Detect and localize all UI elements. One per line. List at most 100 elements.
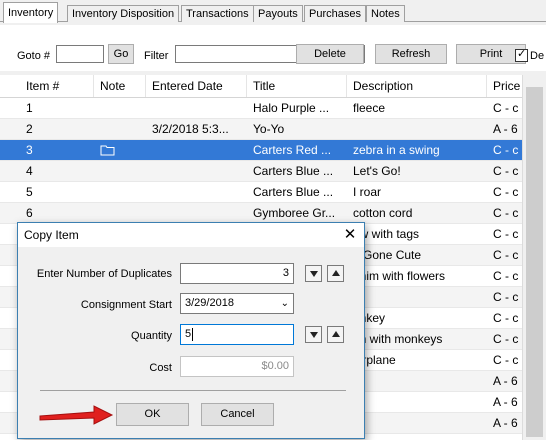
table-row[interactable]: 4 Carters Blue ... Let's Go! C - c xyxy=(0,161,522,182)
cell-desc: onkey xyxy=(353,311,386,325)
tab-inventory-disposition[interactable]: Inventory Disposition xyxy=(67,5,180,22)
tab-payouts[interactable]: Payouts xyxy=(253,5,303,22)
dialog-title: Copy Item xyxy=(24,228,79,242)
cell-note xyxy=(94,203,146,223)
cell-price: C - c xyxy=(493,248,519,262)
cell-item: 1 xyxy=(26,101,33,115)
cell-price: A - 6 xyxy=(493,122,518,136)
column-entered-date[interactable]: Entered Date xyxy=(146,75,247,97)
cost-input[interactable]: $0.00 xyxy=(180,356,294,377)
dialog-titlebar: Copy Item ✕ xyxy=(18,223,364,247)
chevron-down-icon xyxy=(310,332,318,338)
cell-price: C - c xyxy=(493,101,519,115)
cell-price: C - c xyxy=(493,227,519,241)
cell-price: C - c xyxy=(493,164,519,178)
cost-label: Cost xyxy=(149,362,172,374)
column-title[interactable]: Title xyxy=(247,75,347,97)
chevron-down-icon: ⌄ xyxy=(280,298,289,309)
grid-scrollbar-thumb[interactable] xyxy=(526,87,543,437)
chevron-up-icon xyxy=(332,270,340,276)
cell-desc xyxy=(347,413,487,433)
cancel-button[interactable]: Cancel xyxy=(201,403,274,426)
quantity-value: 5 xyxy=(185,328,192,340)
cell-title: Yo-Yo xyxy=(253,122,285,136)
cell-desc xyxy=(347,119,487,139)
filter-label: Filter xyxy=(144,50,169,62)
cell-price: C - c xyxy=(493,332,519,346)
duplicates-decrement-button[interactable] xyxy=(305,265,322,282)
tab-notes[interactable]: Notes xyxy=(366,5,405,22)
cell-item: 5 xyxy=(26,185,33,199)
cell-desc: airplane xyxy=(353,353,396,367)
tab-strip: Inventory Inventory Disposition Transact… xyxy=(0,0,546,25)
column-note[interactable]: Note xyxy=(94,75,146,97)
cell-date xyxy=(146,140,247,160)
checkbox-label: De xyxy=(530,50,545,62)
consignment-start-value: 3/29/2018 xyxy=(185,297,234,309)
column-description[interactable]: Description xyxy=(347,75,487,97)
cell-price: C - c xyxy=(493,311,519,325)
cell-date xyxy=(146,203,247,223)
cell-desc xyxy=(347,392,487,412)
copy-item-dialog: Copy Item ✕ Enter Number of Duplicates 3… xyxy=(17,222,365,439)
quantity-label: Quantity xyxy=(131,330,172,342)
cell-title: Carters Blue ... xyxy=(253,164,334,178)
cell-price: C - c xyxy=(493,185,519,199)
cell-note xyxy=(94,119,146,139)
refresh-button[interactable]: Refresh xyxy=(375,44,447,64)
cell-item: 2 xyxy=(26,122,33,136)
delete-button[interactable]: Delete xyxy=(296,44,364,64)
quantity-input[interactable]: 5 xyxy=(180,324,294,345)
grid-scrollbar[interactable] xyxy=(522,75,546,440)
duplicates-label: Enter Number of Duplicates xyxy=(36,268,172,280)
checkbox[interactable] xyxy=(515,47,528,62)
cell-desc: ew with tags xyxy=(353,227,420,241)
table-row[interactable]: 3 Carters Red ... zebra in a swing C - c xyxy=(0,140,522,161)
cell-note xyxy=(94,161,146,181)
cell-price: C - c xyxy=(493,206,519,220)
quantity-increment-button[interactable] xyxy=(327,326,344,343)
table-row[interactable]: 6 Gymboree Gr... cotton cord C - c xyxy=(0,203,522,224)
cell-price: A - 6 xyxy=(493,395,518,409)
cell-date: 3/2/2018 5:3... xyxy=(152,122,229,136)
cell-title: Carters Red ... xyxy=(253,143,332,157)
cell-desc: en with monkeys xyxy=(353,332,443,346)
cell-item: 6 xyxy=(26,206,33,220)
quantity-decrement-button[interactable] xyxy=(305,326,322,343)
cell-desc: cotton cord xyxy=(353,206,413,220)
cell-date xyxy=(146,182,247,202)
close-icon[interactable]: ✕ xyxy=(340,225,360,245)
goto-input[interactable] xyxy=(56,45,104,63)
goto-label: Goto # xyxy=(17,50,51,62)
table-row[interactable]: 5 Carters Blue ... I roar C - c xyxy=(0,182,522,203)
table-row[interactable]: 1 Halo Purple ... fleece C - c xyxy=(0,98,522,119)
cell-item: 3 xyxy=(26,143,33,157)
cell-date xyxy=(146,98,247,118)
tab-purchases[interactable]: Purchases xyxy=(304,5,366,22)
cell-note xyxy=(94,98,146,118)
cell-desc: I roar xyxy=(353,185,382,199)
cell-price: A - 6 xyxy=(493,374,518,388)
ok-button[interactable]: OK xyxy=(116,403,189,426)
table-row[interactable]: 2 3/2/2018 5:3... Yo-Yo A - 6 xyxy=(0,119,522,140)
column-price-code[interactable]: Price Co xyxy=(487,75,522,97)
cell-price: C - c xyxy=(493,143,519,157)
duplicates-input[interactable]: 3 xyxy=(180,263,294,284)
consignment-start-select[interactable]: 3/29/2018 ⌄ xyxy=(180,293,294,314)
cell-desc: zebra in a swing xyxy=(353,143,440,157)
cell-title: Gymboree Gr... xyxy=(253,206,336,220)
go-button[interactable]: Go xyxy=(108,44,134,64)
chevron-up-icon xyxy=(332,331,340,337)
cell-desc: fleece xyxy=(353,101,386,115)
cell-desc xyxy=(347,371,487,391)
chevron-down-icon xyxy=(310,271,318,277)
tab-inventory[interactable]: Inventory xyxy=(3,2,59,23)
duplicates-increment-button[interactable] xyxy=(327,265,344,282)
cell-desc: enim with flowers xyxy=(353,269,446,283)
cell-price: A - 6 xyxy=(493,416,518,430)
consignment-start-label: Consignment Start xyxy=(80,299,172,311)
cell-date xyxy=(146,161,247,181)
cell-desc: g Gone Cute xyxy=(353,248,422,262)
column-item-number[interactable]: Item # xyxy=(20,75,94,97)
tab-transactions[interactable]: Transactions xyxy=(181,5,254,22)
